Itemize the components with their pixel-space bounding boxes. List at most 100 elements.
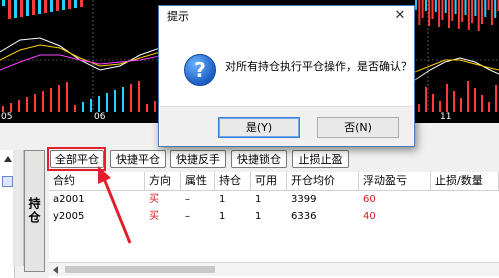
volume-bar <box>34 94 36 112</box>
volume-bar <box>146 104 148 112</box>
candle <box>487 0 490 10</box>
candle <box>431 0 434 19</box>
volume-bar <box>114 90 116 112</box>
tab-positions[interactable]: 持仓 <box>24 150 45 272</box>
candle <box>494 0 497 18</box>
volume-bar <box>66 82 68 112</box>
horizontal-scrollbar[interactable] <box>49 262 499 276</box>
volume-bar <box>446 84 448 112</box>
volume-bar <box>122 87 124 112</box>
candle <box>418 0 421 25</box>
candle <box>415 0 417 10</box>
candle <box>424 0 427 11</box>
volume-bar <box>130 84 132 112</box>
candle <box>428 0 431 26</box>
cell-avg-price[interactable]: 6336 <box>287 209 359 225</box>
candle <box>2 0 5 6</box>
scroll-left-icon[interactable] <box>53 266 58 274</box>
candle <box>471 0 474 23</box>
candle <box>80 0 83 7</box>
cell-contract[interactable]: a2001 <box>49 192 145 208</box>
volume-bar <box>18 100 20 112</box>
cell-direction[interactable]: 买 <box>145 192 181 208</box>
stop-loss-profit-button[interactable]: 止损止盈 <box>292 150 349 168</box>
cell-attr[interactable]: – <box>181 192 215 208</box>
volume-bar <box>82 102 84 112</box>
column-header[interactable]: 方向 <box>145 172 181 191</box>
candle <box>14 0 17 18</box>
cell-position[interactable]: 1 <box>215 209 251 225</box>
volume-bar <box>50 88 52 112</box>
candle <box>484 0 487 17</box>
volume-bar <box>26 97 28 112</box>
triangle-up-icon[interactable] <box>4 156 12 162</box>
column-header[interactable]: 可用 <box>251 172 287 191</box>
no-button[interactable]: 否(N) <box>317 117 399 138</box>
close-icon[interactable]: ✕ <box>394 9 406 22</box>
checkbox[interactable] <box>2 176 13 187</box>
candle <box>421 0 424 18</box>
volume-bar <box>106 93 108 112</box>
candle <box>477 0 480 31</box>
column-header[interactable]: 浮动盈亏 <box>359 172 431 191</box>
candle <box>451 0 454 21</box>
quick-close-button[interactable]: 快捷平仓 <box>110 150 166 168</box>
volume-bar <box>154 101 156 112</box>
candle <box>8 0 11 19</box>
volume-bar <box>98 96 100 112</box>
cell-pnl[interactable]: 40 <box>359 209 431 225</box>
cell-pnl[interactable]: 60 <box>359 192 431 208</box>
volume-bar <box>488 102 490 112</box>
volume-bar <box>481 95 483 112</box>
candle <box>68 0 71 9</box>
volume-bar <box>74 105 76 112</box>
candle <box>490 0 493 25</box>
cell-avg-price[interactable]: 3399 <box>287 192 359 208</box>
volume-bar <box>474 88 476 112</box>
column-header[interactable]: 持仓 <box>215 172 251 191</box>
volume-bar <box>467 81 469 112</box>
yes-button[interactable]: 是(Y) <box>218 117 300 138</box>
volume-bar <box>460 98 462 112</box>
quick-reverse-button[interactable]: 快捷反手 <box>170 150 226 168</box>
column-header[interactable]: 开仓均价 <box>287 172 359 191</box>
volume-bar <box>453 91 455 112</box>
candle <box>461 0 464 22</box>
candle <box>474 0 477 16</box>
volume-bar <box>418 104 420 112</box>
volume-bar <box>138 81 140 112</box>
candle <box>438 0 441 27</box>
volume-bar <box>425 87 427 112</box>
volume-bar <box>90 99 92 112</box>
close-all-button[interactable]: 全部平仓 <box>50 150 104 168</box>
cell-contract[interactable]: y2005 <box>49 209 145 225</box>
candle <box>56 0 59 11</box>
collapse-handle[interactable] <box>13 150 24 266</box>
quick-lock-button[interactable]: 快捷锁仓 <box>231 150 287 168</box>
candle <box>62 0 65 10</box>
cell-available[interactable]: 1 <box>251 192 287 208</box>
dialog-message: 对所有持仓执行平仓操作，是否确认？ <box>225 60 412 73</box>
volume-bar <box>10 103 12 112</box>
candle <box>457 0 460 29</box>
cell-attr[interactable]: – <box>181 209 215 225</box>
volume-bar <box>432 94 434 112</box>
scrollbar-thumb[interactable] <box>65 266 215 273</box>
cell-position[interactable]: 1 <box>215 192 251 208</box>
volume-bar <box>58 85 60 112</box>
dialog-title: 提示 <box>159 6 414 28</box>
candle <box>448 0 450 28</box>
volume-bar <box>495 85 497 112</box>
moving-average-line <box>0 37 161 71</box>
confirm-dialog: 提示 ✕ ? 对所有持仓执行平仓操作，是否确认？ 是(Y) 否(N) <box>158 5 415 147</box>
axis-label: 06 <box>94 112 106 122</box>
cell-direction[interactable]: 买 <box>145 209 181 225</box>
candle <box>464 0 467 15</box>
column-header[interactable]: 合约 <box>49 172 145 191</box>
volume-bar <box>42 91 44 112</box>
candle <box>454 0 457 14</box>
candle <box>481 0 483 24</box>
cell-available[interactable]: 1 <box>251 209 287 225</box>
column-header[interactable]: 止损/数量 <box>431 172 499 191</box>
column-header[interactable]: 属性 <box>181 172 215 191</box>
